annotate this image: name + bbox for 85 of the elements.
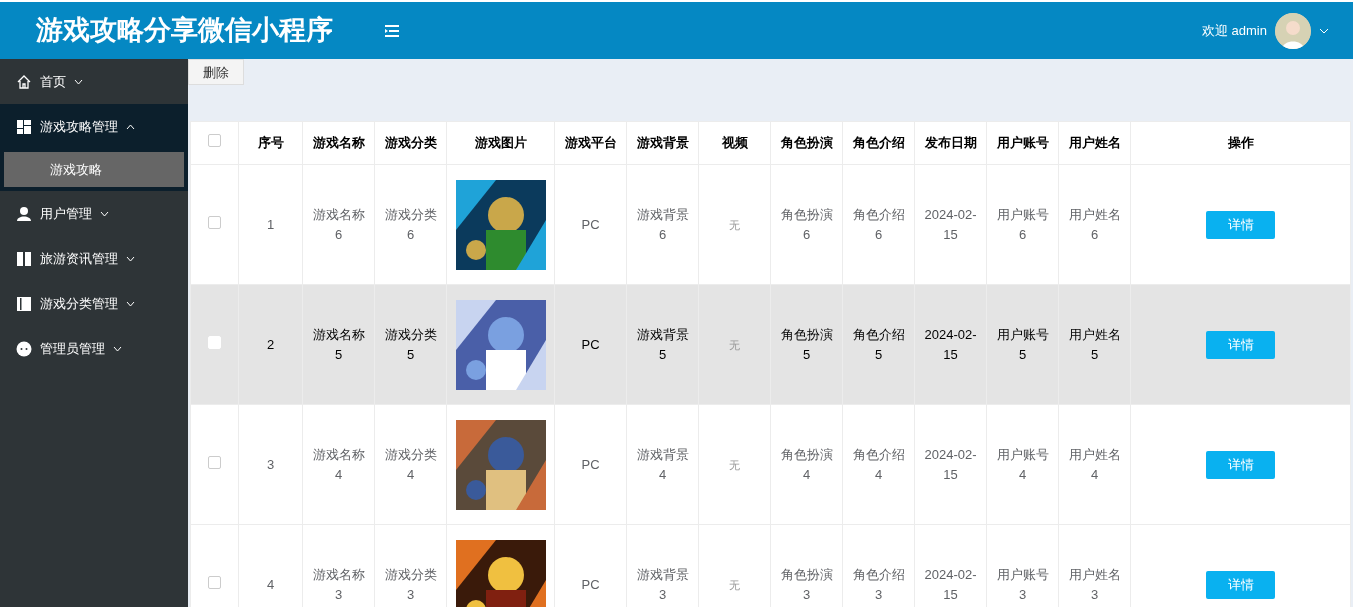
column-header: 视频 [698, 121, 771, 165]
select-all-checkbox[interactable] [208, 134, 221, 148]
table-cell: 2024-02-15 [924, 207, 977, 242]
column-header: 发布日期 [914, 121, 987, 165]
table-cell: 游戏背景3 [636, 567, 689, 602]
table-cell: 无 [729, 218, 740, 231]
table-cell: PC [581, 336, 600, 352]
table-cell: 游戏名称5 [312, 327, 365, 362]
table-cell: PC [581, 216, 600, 232]
column-header: 角色介绍 [842, 121, 915, 165]
chevron-down-icon [113, 345, 122, 352]
sidebar-item[interactable]: 首页 [0, 59, 188, 104]
table-cell: 游戏背景6 [636, 207, 689, 242]
table-cell: 用户账号3 [996, 567, 1049, 602]
sidebar-item[interactable]: 用户管理 [0, 191, 188, 236]
row-checkbox[interactable] [208, 575, 221, 589]
table-cell: 角色扮演6 [780, 207, 833, 242]
table-cell: 用户账号4 [996, 447, 1049, 482]
chevron-down-icon [100, 210, 109, 217]
table-cell: 3 [266, 456, 275, 472]
table-cell: 无 [729, 338, 740, 351]
table-cell: 游戏名称3 [312, 567, 365, 602]
table-cell: 角色介绍4 [852, 447, 905, 482]
table-cell: 角色介绍3 [852, 567, 905, 602]
submenu-item[interactable]: 游戏攻略 [4, 152, 184, 187]
column-header: 游戏图片 [446, 121, 555, 165]
table-cell: 角色介绍6 [852, 207, 905, 242]
column-header: 操作 [1130, 121, 1351, 165]
table-cell: 2 [266, 336, 275, 352]
chevron-down-icon [126, 255, 135, 262]
table-cell: 游戏分类4 [384, 447, 437, 482]
table-cell: 游戏分类3 [384, 567, 437, 602]
table-cell: 无 [729, 458, 740, 471]
table-cell: 用户账号6 [996, 207, 1049, 242]
table-cell: 角色扮演5 [780, 327, 833, 362]
avatar-icon[interactable] [1275, 12, 1311, 49]
table-cell: 游戏名称6 [312, 207, 365, 242]
table-cell: PC [581, 456, 600, 472]
home-icon [16, 73, 32, 90]
column-header: 游戏分类 [374, 121, 447, 165]
welcome-text: 欢迎 admin [1201, 21, 1267, 40]
column-header: 游戏背景 [626, 121, 699, 165]
table-cell: 4 [266, 576, 275, 592]
table-cell: 游戏分类5 [384, 327, 437, 362]
table-cell: 游戏背景5 [636, 327, 689, 362]
column-header: 序号 [238, 121, 303, 165]
row-checkbox[interactable] [208, 215, 221, 229]
table-cell: 1 [266, 216, 275, 232]
table-cell: 用户姓名4 [1068, 447, 1121, 482]
app-title: 游戏攻略分享微信小程序 [36, 14, 334, 48]
column-header: 角色扮演 [770, 121, 843, 165]
table-cell: 2024-02-15 [924, 447, 977, 482]
table-cell: 用户姓名3 [1068, 567, 1121, 602]
table-cell: 无 [729, 578, 740, 591]
column-header: 用户账号 [986, 121, 1059, 165]
column-header: 用户姓名 [1058, 121, 1131, 165]
table-cell: 角色扮演4 [780, 447, 833, 482]
table-cell: 2024-02-15 [924, 567, 977, 602]
column-header: 游戏平台 [554, 121, 627, 165]
chevron-down-icon [126, 300, 135, 307]
table-cell: 游戏名称4 [312, 447, 365, 482]
table-cell: 用户姓名5 [1068, 327, 1121, 362]
table-cell: 角色扮演3 [780, 567, 833, 602]
book-icon [16, 250, 32, 267]
table-cell: 角色介绍5 [852, 327, 905, 362]
table-cell: 2024-02-15 [924, 327, 977, 362]
table-cell: 用户姓名6 [1068, 207, 1121, 242]
column-header: 游戏名称 [302, 121, 375, 165]
chevron-down-icon [74, 78, 83, 85]
chevron-down-icon[interactable] [1319, 27, 1329, 34]
table-cell: 游戏分类6 [384, 207, 437, 242]
row-checkbox[interactable] [208, 455, 221, 469]
user-icon [16, 205, 32, 222]
chevron-up-icon [126, 123, 135, 130]
sidebar-item[interactable]: 旅游资讯管理 [0, 236, 188, 281]
sidebar-item[interactable]: 游戏攻略管理 [0, 104, 188, 149]
sidebar-item[interactable]: 管理员管理 [0, 326, 188, 371]
more-icon [16, 340, 32, 357]
delete-button[interactable]: 删除 [188, 59, 244, 85]
table-cell: PC [581, 576, 600, 592]
table-cell: 用户账号5 [996, 327, 1049, 362]
columns-icon [16, 295, 32, 312]
table-cell: 游戏背景4 [636, 447, 689, 482]
sidebar-item[interactable]: 游戏分类管理 [0, 281, 188, 326]
grid-icon [16, 118, 32, 135]
